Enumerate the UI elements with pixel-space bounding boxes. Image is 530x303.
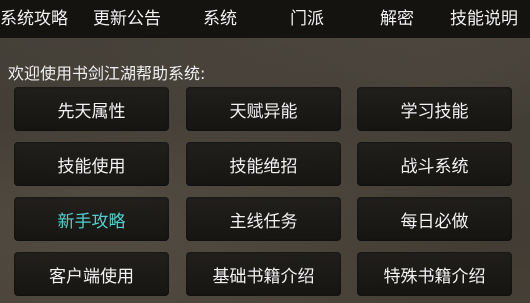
button-learn-skills[interactable]: 学习技能: [357, 87, 512, 131]
button-special-books[interactable]: 特殊书籍介绍: [357, 252, 512, 296]
button-skill-ultimate[interactable]: 技能绝招: [186, 142, 341, 186]
tab-update-notice[interactable]: 更新公告: [93, 0, 161, 38]
button-client-usage[interactable]: 客户端使用: [14, 252, 169, 296]
tab-system-guide[interactable]: 系统攻略: [0, 0, 68, 38]
tab-decrypt[interactable]: 解密: [380, 0, 414, 38]
button-beginner-guide[interactable]: 新手攻略: [14, 197, 169, 241]
button-basic-books[interactable]: 基础书籍介绍: [186, 252, 341, 296]
button-talent-abilities[interactable]: 天赋异能: [186, 87, 341, 131]
welcome-text: 欢迎使用书剑江湖帮助系统:: [8, 64, 206, 83]
tab-skill-description[interactable]: 技能说明: [450, 0, 518, 38]
tab-system[interactable]: 系统: [203, 0, 237, 38]
tab-sect[interactable]: 门派: [290, 0, 324, 38]
button-combat-system[interactable]: 战斗系统: [357, 142, 512, 186]
top-tab-bar: 系统攻略 更新公告 系统 门派 解密 技能说明: [0, 0, 530, 38]
button-skill-usage[interactable]: 技能使用: [14, 142, 169, 186]
button-innate-attributes[interactable]: 先天属性: [14, 87, 169, 131]
button-main-quest[interactable]: 主线任务: [186, 197, 341, 241]
button-daily-tasks[interactable]: 每日必做: [357, 197, 512, 241]
